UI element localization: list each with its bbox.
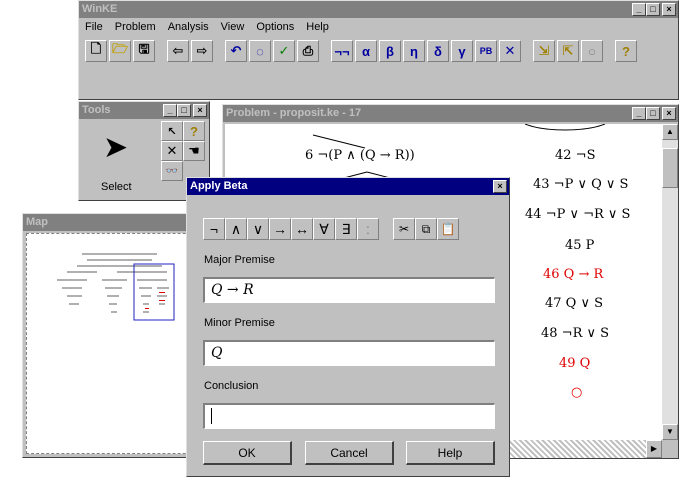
delete-step-icon[interactable]: ⇱ bbox=[557, 40, 579, 62]
cut-icon[interactable]: ✂ bbox=[393, 218, 415, 240]
symbol-exists-button[interactable]: ∃ bbox=[335, 218, 357, 240]
formula-node-43[interactable]: 43 ¬P ∨ Q ∨ S bbox=[533, 177, 628, 192]
major-premise-field[interactable]: Q → R bbox=[203, 277, 495, 303]
problem-close-button[interactable]: × bbox=[662, 107, 676, 120]
closed-branch-marker[interactable]: ○ bbox=[571, 385, 582, 400]
cancel-button[interactable]: Cancel bbox=[305, 441, 394, 465]
formula-node-49[interactable]: 49 Q bbox=[559, 356, 590, 371]
dialog-title: Apply Beta bbox=[190, 180, 248, 192]
problem-title: Problem - proposit.ke - 17 bbox=[226, 107, 362, 119]
menu-options[interactable]: Options bbox=[256, 21, 294, 33]
symbol-toolbar: ¬ ∧ ∨ → ↔ ∀ ∃ : ✂ ⧉ 📋 bbox=[203, 218, 459, 240]
dialog-close-button[interactable]: × bbox=[493, 180, 507, 193]
map-title: Map bbox=[26, 216, 48, 228]
menu-analysis[interactable]: Analysis bbox=[168, 21, 209, 33]
symbol-iff-button[interactable]: ↔ bbox=[291, 218, 313, 240]
step-icon[interactable]: ⇲ bbox=[533, 40, 555, 62]
tools-minimize-button[interactable]: _ bbox=[163, 104, 177, 117]
symbol-or-button[interactable]: ∨ bbox=[247, 218, 269, 240]
symbol-colon-button[interactable]: : bbox=[357, 218, 379, 240]
menu-problem[interactable]: Problem bbox=[115, 21, 156, 33]
minor-premise-label: Minor Premise bbox=[204, 317, 275, 329]
menu-file[interactable]: File bbox=[85, 21, 103, 33]
formula-node-6[interactable]: 6 ¬(P ∧ (Q → R)) bbox=[305, 148, 415, 163]
ok-button[interactable]: OK bbox=[203, 441, 292, 465]
delta-rule-button[interactable]: δ bbox=[427, 40, 449, 62]
formula-node-47[interactable]: 47 Q ∨ S bbox=[545, 296, 603, 311]
close-button[interactable]: × bbox=[662, 3, 676, 16]
eta-rule-button[interactable]: η bbox=[403, 40, 425, 62]
major-premise-label: Major Premise bbox=[204, 254, 275, 266]
menu-view[interactable]: View bbox=[221, 21, 245, 33]
formula-node-45[interactable]: 45 P bbox=[565, 238, 594, 253]
conclusion-label: Conclusion bbox=[204, 380, 259, 392]
formula-node-42[interactable]: 42 ¬S bbox=[555, 148, 595, 163]
tools-maximize-button[interactable]: □ bbox=[177, 104, 191, 117]
tools-title: Tools bbox=[82, 104, 111, 116]
back-arrow-icon[interactable]: ⇦ bbox=[167, 40, 189, 62]
pointer-tool-icon[interactable]: ↖ bbox=[161, 121, 183, 141]
close-branch-button[interactable]: ✕ bbox=[499, 40, 521, 62]
symbol-forall-button[interactable]: ∀ bbox=[313, 218, 335, 240]
tools-titlebar: Tools _ □ × bbox=[79, 102, 209, 119]
cross-tool-icon[interactable]: ✕ bbox=[161, 141, 183, 161]
apply-beta-dialog: Apply Beta × ¬ ∧ ∨ → ↔ ∀ ∃ : ✂ ⧉ 📋 Major… bbox=[186, 177, 510, 477]
problem-minimize-button[interactable]: _ bbox=[632, 107, 646, 120]
problem-horizontal-scrollbar[interactable]: ▶ bbox=[508, 440, 662, 458]
open-folder-icon[interactable]: 🗁 bbox=[109, 40, 131, 62]
scroll-down-arrow-icon[interactable]: ▼ bbox=[662, 424, 678, 440]
new-file-icon[interactable]: 🗋 bbox=[85, 40, 107, 62]
main-titlebar: WinKE _ □ × bbox=[79, 1, 678, 18]
tools-close-button[interactable]: × bbox=[193, 104, 207, 117]
help-tool-icon[interactable]: ? bbox=[183, 121, 205, 141]
symbol-not-button[interactable]: ¬ bbox=[203, 218, 225, 240]
formula-node-44[interactable]: 44 ¬P ∨ ¬R ∨ S bbox=[525, 207, 630, 222]
help-question-icon[interactable]: ? bbox=[615, 40, 637, 62]
scroll-right-arrow-icon[interactable]: ▶ bbox=[646, 440, 662, 458]
save-icon[interactable]: 🖫 bbox=[133, 40, 155, 62]
main-title: WinKE bbox=[82, 3, 118, 15]
conclusion-field[interactable] bbox=[203, 403, 495, 429]
menu-help[interactable]: Help bbox=[306, 21, 329, 33]
main-toolbar: 🗋 🗁 🖫 ⇦ ⇨ ↶ ◌ ✓ ⎙ ¬¬ α β η δ γ PB ✕ ⇲ ⇱ … bbox=[79, 36, 678, 66]
minimize-button[interactable]: _ bbox=[632, 3, 646, 16]
problem-titlebar: Problem - proposit.ke - 17 _ □ × bbox=[223, 105, 678, 122]
problem-vertical-scrollbar[interactable]: ▲ ▼ bbox=[662, 124, 678, 440]
check-icon[interactable]: ✓ bbox=[273, 40, 295, 62]
circle-icon[interactable]: ○ bbox=[581, 40, 603, 62]
symbol-and-button[interactable]: ∧ bbox=[225, 218, 247, 240]
dialog-titlebar: Apply Beta × bbox=[187, 178, 509, 195]
maximize-button[interactable]: □ bbox=[646, 3, 660, 16]
text-cursor bbox=[211, 408, 212, 424]
gamma-rule-button[interactable]: γ bbox=[451, 40, 473, 62]
undo-icon[interactable]: ↶ bbox=[225, 40, 247, 62]
winke-main-window: WinKE _ □ × File Problem Analysis View O… bbox=[78, 0, 679, 100]
formula-node-48[interactable]: 48 ¬R ∨ S bbox=[541, 326, 609, 341]
pb-rule-button[interactable]: PB bbox=[475, 40, 497, 62]
double-negation-button[interactable]: ¬¬ bbox=[331, 40, 353, 62]
hand-tool-icon[interactable]: ☚ bbox=[183, 141, 205, 161]
lasso-icon[interactable]: ◌ bbox=[249, 40, 271, 62]
print-icon[interactable]: ⎙ bbox=[297, 40, 319, 62]
paste-icon[interactable]: 📋 bbox=[437, 218, 459, 240]
forward-arrow-icon[interactable]: ⇨ bbox=[191, 40, 213, 62]
symbol-implies-button[interactable]: → bbox=[269, 218, 291, 240]
select-label: Select bbox=[101, 181, 132, 193]
select-cursor-icon[interactable]: ➤ bbox=[103, 133, 128, 163]
alpha-rule-button[interactable]: α bbox=[355, 40, 377, 62]
problem-maximize-button[interactable]: □ bbox=[646, 107, 660, 120]
scroll-thumb[interactable] bbox=[662, 148, 678, 188]
formula-node-46[interactable]: 46 Q → R bbox=[543, 267, 603, 282]
help-button[interactable]: Help bbox=[406, 441, 495, 465]
menu-bar: File Problem Analysis View Options Help bbox=[79, 18, 678, 36]
copy-icon[interactable]: ⧉ bbox=[415, 218, 437, 240]
scroll-up-arrow-icon[interactable]: ▲ bbox=[662, 124, 678, 140]
beta-rule-button[interactable]: β bbox=[379, 40, 401, 62]
binoculars-tool-icon[interactable]: 👓 bbox=[161, 161, 183, 181]
minor-premise-field[interactable]: Q bbox=[203, 340, 495, 366]
